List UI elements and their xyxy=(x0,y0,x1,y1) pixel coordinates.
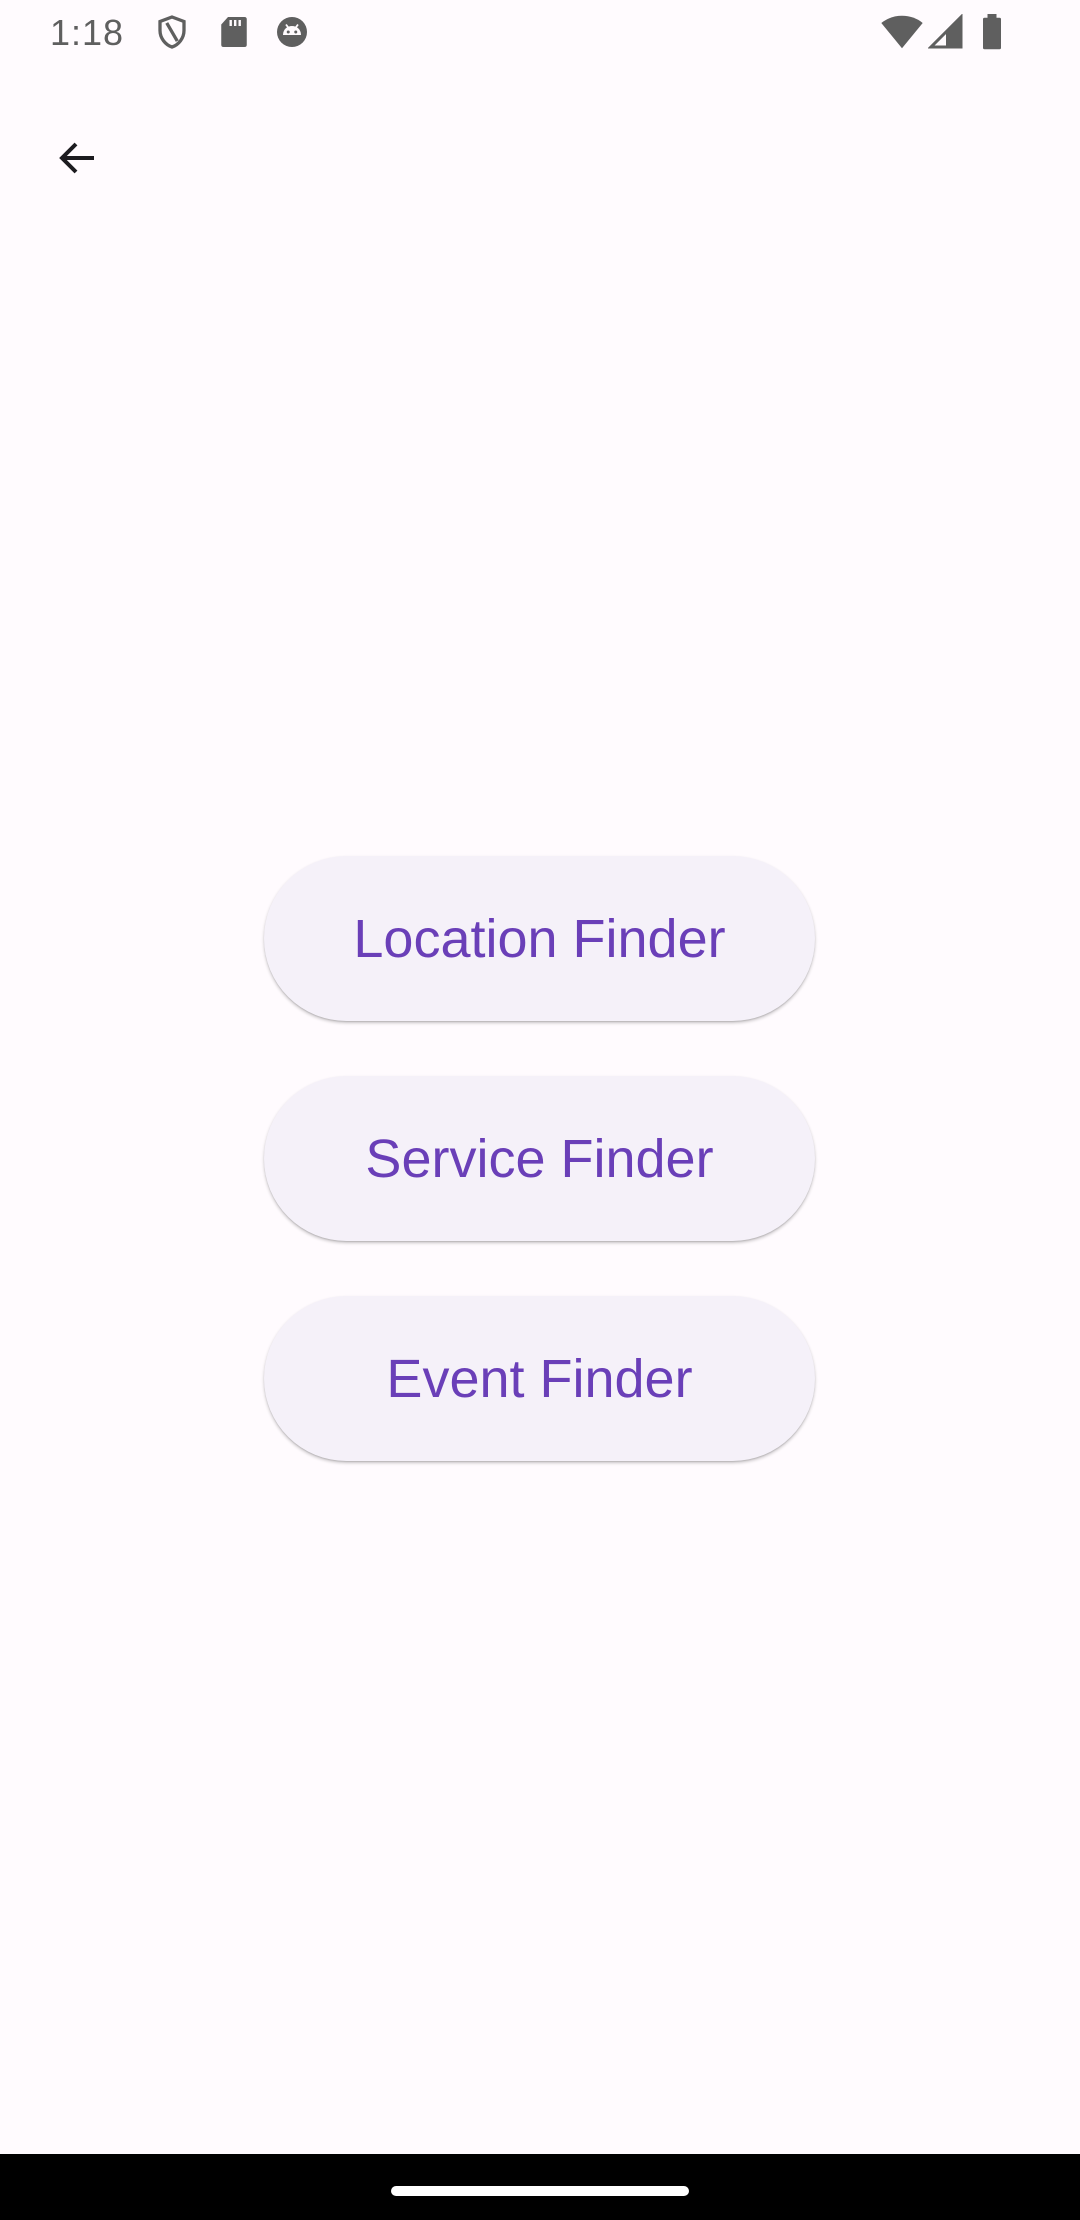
android-robot-icon xyxy=(274,14,310,50)
status-time: 1:18 xyxy=(50,12,125,53)
arrow-back-icon xyxy=(54,134,102,187)
sd-card-icon xyxy=(216,14,252,50)
location-finder-button[interactable]: Location Finder xyxy=(264,856,815,1021)
finder-button-list: Location Finder Service Finder Event Fin… xyxy=(264,856,815,1516)
shield-icon xyxy=(154,14,190,50)
wifi-icon xyxy=(880,14,924,50)
cellular-signal-icon xyxy=(927,13,964,50)
battery-icon xyxy=(980,14,1004,50)
service-finder-button[interactable]: Service Finder xyxy=(264,1076,815,1241)
event-finder-button[interactable]: Event Finder xyxy=(264,1296,815,1461)
back-button[interactable] xyxy=(30,112,126,208)
app-bar xyxy=(0,66,1080,220)
status-bar: 1:18 xyxy=(0,0,1080,66)
home-gesture-handle[interactable] xyxy=(391,2186,689,2196)
event-finder-label: Event Finder xyxy=(386,1348,693,1409)
navigation-bar xyxy=(0,2154,1080,2220)
service-finder-label: Service Finder xyxy=(365,1128,714,1189)
location-finder-label: Location Finder xyxy=(353,908,726,969)
